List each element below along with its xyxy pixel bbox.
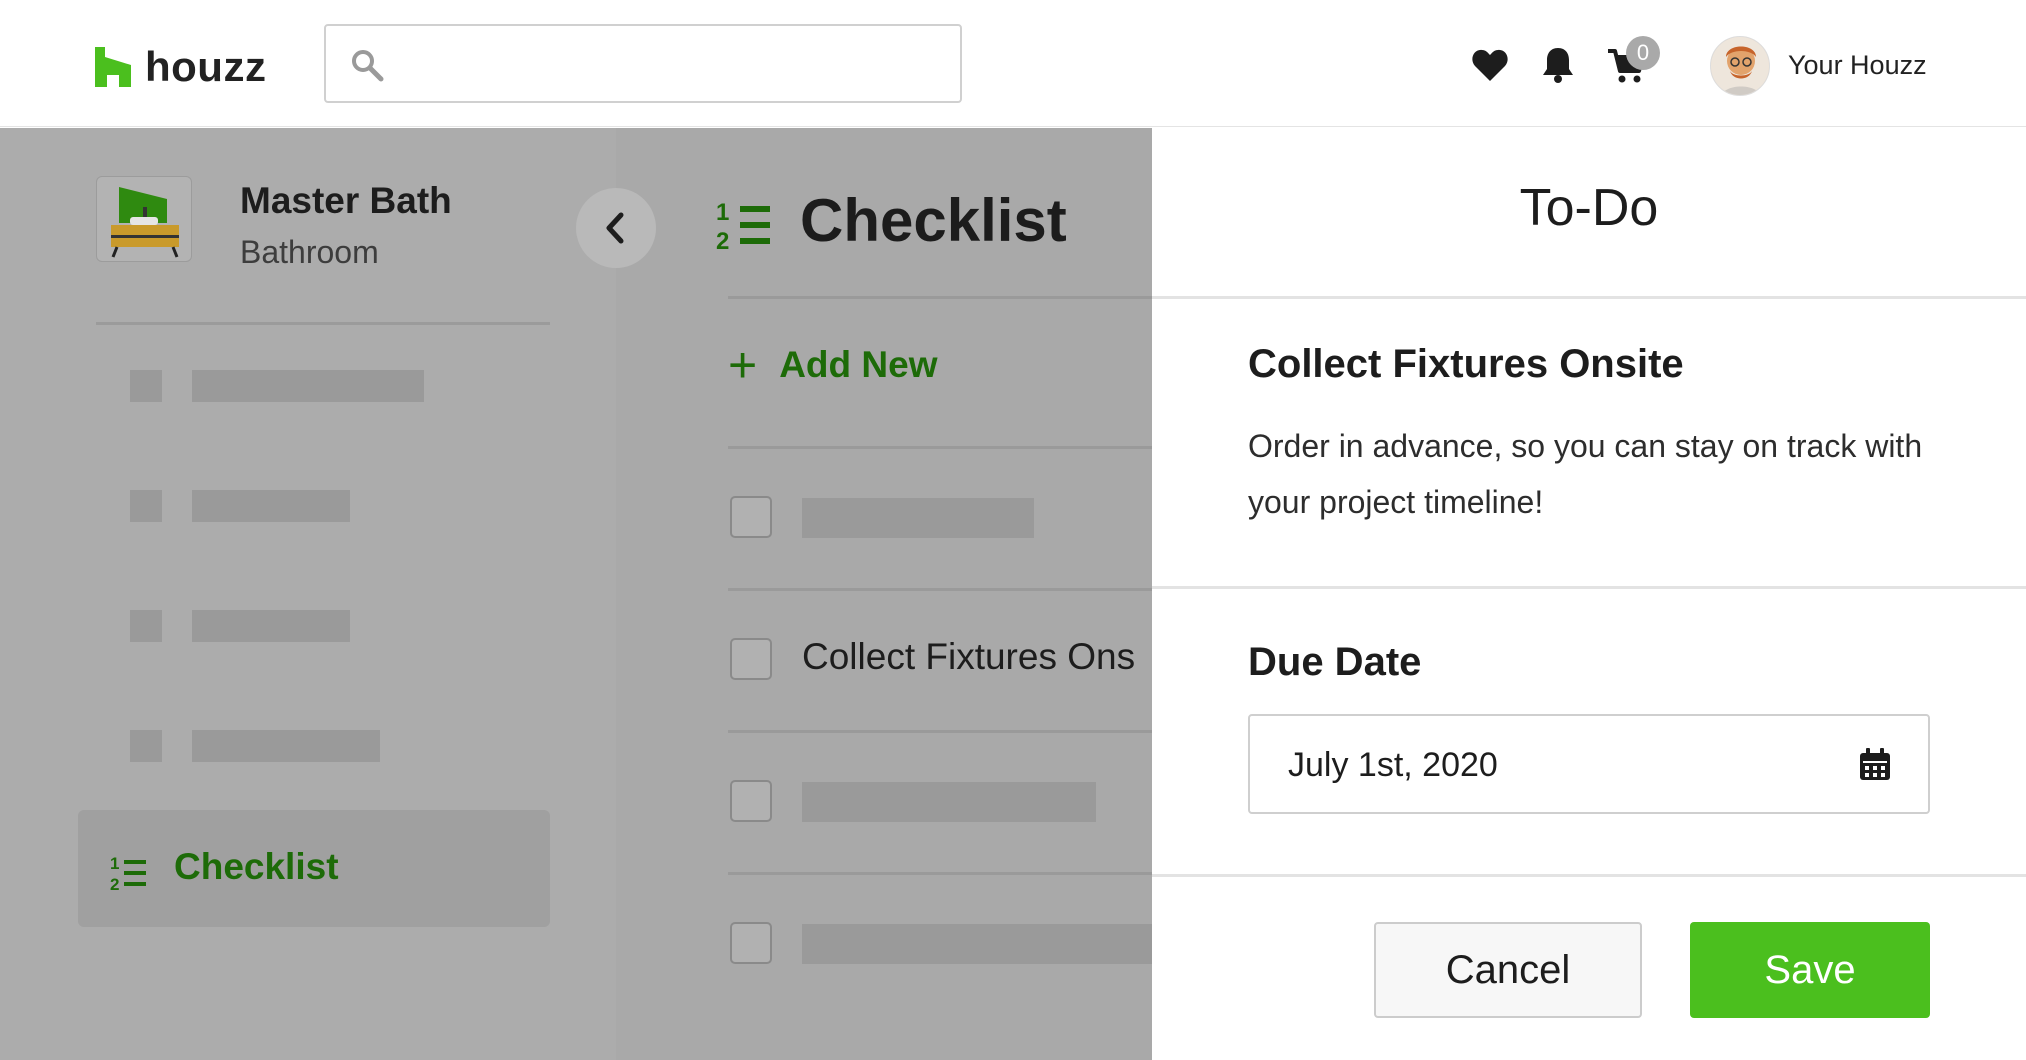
placeholder-icon [130,730,162,762]
placeholder-label [192,610,350,642]
svg-text:2: 2 [716,228,729,252]
task-title: Collect Fixtures Onsite [1248,342,1684,386]
due-date-label: Due Date [1248,640,1422,684]
placeholder-label [192,730,380,762]
cart-count-badge: 0 [1626,36,1660,70]
page-title: Checklist [800,187,1067,254]
sidebar-divider [96,322,550,325]
bell-icon[interactable] [1538,45,1578,85]
avatar[interactable] [1710,36,1770,96]
divider [728,730,1152,733]
bath-illustration-icon [111,187,179,258]
placeholder-task-label [802,498,1034,538]
todo-drawer: To-Do Collect Fixtures Onsite Order in a… [1152,128,2026,1060]
task-checkbox[interactable] [730,922,772,964]
task-description: Order in advance, so you can stay on tra… [1248,428,1923,520]
numbered-list-icon: 1 2 [716,199,770,252]
add-new-label: Add New [779,344,938,385]
svg-text:1: 1 [110,854,119,873]
project-title: Master Bath [240,180,452,221]
due-date-field[interactable]: July 1st, 2020 [1248,714,1930,814]
placeholder-icon [130,490,162,522]
divider [728,296,1152,299]
project-thumbnail [96,176,192,262]
user-photo [1711,37,1769,95]
your-houzz-link[interactable]: Your Houzz [1788,50,1927,81]
numbered-list-icon: 1 2 [110,854,146,892]
search-box[interactable] [324,24,962,103]
divider [728,446,1152,449]
search-icon [352,50,384,82]
due-date-value: July 1st, 2020 [1288,746,1498,784]
placeholder-task-label [802,782,1096,822]
collapse-sidebar-button[interactable] [576,188,656,268]
divider [728,588,1152,591]
task-checkbox[interactable] [730,638,772,680]
calendar-icon[interactable] [1856,746,1894,784]
task-label[interactable]: Collect Fixtures Ons [802,636,1152,678]
sidebar-item-checklist[interactable]: 1 2 Checklist [78,810,550,927]
project-sidebar: Master Bath Bathroom 1 2 Checklist [0,128,616,1060]
drawer-title: To-Do [1519,179,1659,237]
task-checkbox[interactable] [730,496,772,538]
chevron-left-icon [606,212,624,244]
placeholder-icon [130,370,162,402]
svg-text:2: 2 [110,875,119,892]
search-input[interactable] [398,36,938,92]
save-button[interactable]: Save [1690,922,1930,1018]
project-subtitle: Bathroom [240,234,379,270]
divider [1152,296,2026,299]
dimmed-overlay[interactable]: Master Bath Bathroom 1 2 Checklist 1 2 C… [0,128,1152,1060]
placeholder-task-label [802,924,1152,964]
checklist-panel [616,128,1152,1060]
placeholder-label [192,370,424,402]
add-new-button[interactable]: + Add New [728,340,937,390]
top-header: houzz 0 Your Houzz [0,0,2026,127]
houzz-logo[interactable]: houzz [95,43,266,91]
placeholder-icon [130,610,162,642]
logo-text: houzz [145,43,267,90]
houzz-logo-icon [95,47,131,87]
sidebar-item-label: Checklist [174,846,339,887]
cancel-button[interactable]: Cancel [1374,922,1642,1018]
divider [1152,586,2026,589]
divider [728,872,1152,875]
svg-text:1: 1 [716,199,729,226]
plus-icon: + [728,337,758,393]
task-checkbox[interactable] [730,780,772,822]
placeholder-label [192,490,350,522]
divider [1152,874,2026,877]
heart-icon[interactable] [1470,45,1510,85]
